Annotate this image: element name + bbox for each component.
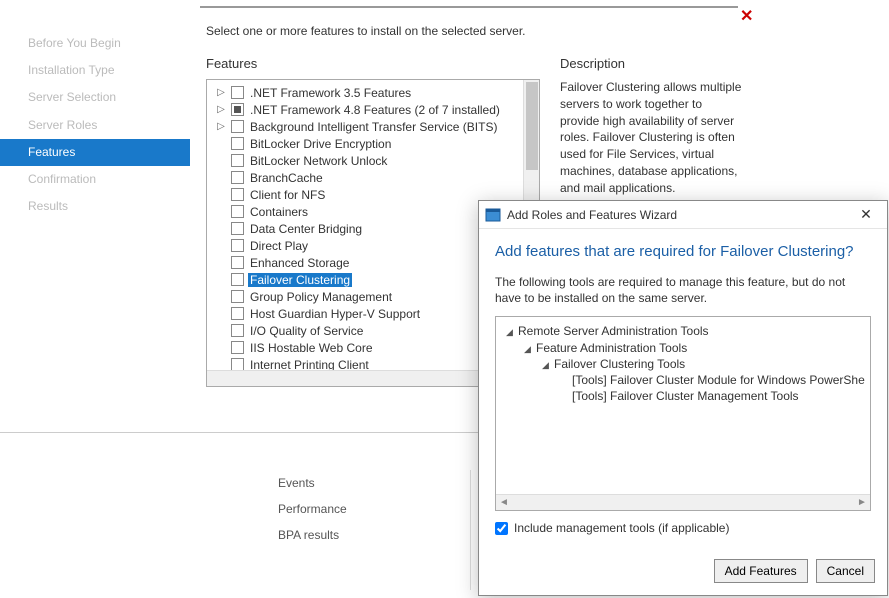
sidebar-item-results[interactable]: Results <box>0 193 190 220</box>
feature-label: BitLocker Drive Encryption <box>248 137 393 151</box>
feature-label: .NET Framework 3.5 Features <box>248 86 413 100</box>
feature-checkbox[interactable] <box>231 188 244 201</box>
feature-row[interactable]: ▷ Background Intelligent Transfer Service… <box>209 118 537 135</box>
feature-label: Containers <box>248 205 310 219</box>
dialog-tree-row[interactable]: ◢Remote Server Administration Tools <box>500 323 866 339</box>
feature-label: BranchCache <box>248 171 325 185</box>
dialog-message: The following tools are required to mana… <box>495 274 871 306</box>
dialog-titlebar: Add Roles and Features Wizard ✕ <box>479 201 887 229</box>
feature-checkbox[interactable] <box>231 239 244 252</box>
lower-section: Events Performance BPA results <box>250 470 480 548</box>
feature-label: Enhanced Storage <box>248 256 351 270</box>
description-heading: Description <box>560 56 744 71</box>
feature-checkbox[interactable] <box>231 256 244 269</box>
expander-icon[interactable]: ◢ <box>542 359 554 371</box>
feature-checkbox[interactable] <box>231 137 244 150</box>
add-features-button[interactable]: Add Features <box>714 559 808 583</box>
lower-divider <box>470 470 471 590</box>
include-tools-checkbox[interactable] <box>495 522 508 535</box>
feature-checkbox[interactable] <box>231 154 244 167</box>
feature-checkbox[interactable] <box>231 171 244 184</box>
description-text: Failover Clustering allows multiple serv… <box>560 79 744 197</box>
dialog-tree-row[interactable]: ◢Failover Clustering Tools <box>500 356 866 372</box>
feature-row[interactable]: BitLocker Network Unlock <box>209 152 537 169</box>
feature-row[interactable]: BranchCache <box>209 169 537 186</box>
dialog-footer: Add Features Cancel <box>479 551 887 595</box>
sidebar-item-before-you-begin[interactable]: Before You Begin <box>0 30 190 57</box>
expander-icon[interactable]: ▷ <box>215 87 227 98</box>
sidebar-item-features[interactable]: Features <box>0 139 190 166</box>
events-link[interactable]: Events <box>250 470 480 496</box>
features-heading: Features <box>206 56 540 71</box>
instruction-text: Select one or more features to install o… <box>206 24 744 38</box>
dialog-tree-label: [Tools] Failover Cluster Management Tool… <box>572 389 799 403</box>
feature-checkbox[interactable] <box>231 86 244 99</box>
feature-checkbox[interactable] <box>231 120 244 133</box>
expander-icon[interactable]: ▷ <box>215 121 227 132</box>
dialog-tree-label: Remote Server Administration Tools <box>518 324 709 338</box>
feature-label: Background Intelligent Transfer Service … <box>248 120 499 134</box>
feature-label: Data Center Bridging <box>248 222 364 236</box>
feature-checkbox[interactable] <box>231 222 244 235</box>
cancel-button[interactable]: Cancel <box>816 559 875 583</box>
feature-row[interactable]: ▷ .NET Framework 4.8 Features (2 of 7 ins… <box>209 101 537 118</box>
include-tools-label: Include management tools (if applicable) <box>514 521 729 535</box>
sidebar-item-installation-type[interactable]: Installation Type <box>0 57 190 84</box>
feature-checkbox[interactable] <box>231 307 244 320</box>
scroll-right-icon[interactable]: ► <box>854 495 870 510</box>
feature-label: Host Guardian Hyper-V Support <box>248 307 422 321</box>
feature-label: I/O Quality of Service <box>248 324 365 338</box>
feature-checkbox[interactable] <box>231 103 244 116</box>
sidebar-item-server-roles[interactable]: Server Roles <box>0 112 190 139</box>
feature-checkbox[interactable] <box>231 273 244 286</box>
expander-icon[interactable]: ▷ <box>215 104 227 115</box>
horizontal-scrollbar[interactable] <box>207 370 523 386</box>
dialog-tree-row[interactable]: [Tools] Failover Cluster Module for Wind… <box>500 372 866 388</box>
sidebar-item-server-selection[interactable]: Server Selection <box>0 84 190 111</box>
feature-label: .NET Framework 4.8 Features (2 of 7 inst… <box>248 103 502 117</box>
expander-icon[interactable]: ◢ <box>524 343 536 355</box>
bpa-link[interactable]: BPA results <box>250 522 480 548</box>
feature-checkbox[interactable] <box>231 324 244 337</box>
feature-label: Direct Play <box>248 239 310 253</box>
expander-icon[interactable]: ◢ <box>506 326 518 338</box>
confirm-dialog: Add Roles and Features Wizard ✕ Add feat… <box>478 200 888 596</box>
dialog-hscrollbar[interactable]: ◄ ► <box>496 494 870 510</box>
dialog-tree-label: [Tools] Failover Cluster Module for Wind… <box>572 373 865 387</box>
dialog-tree-label: Failover Clustering Tools <box>554 357 685 371</box>
feature-label: BitLocker Network Unlock <box>248 154 389 168</box>
include-tools-row[interactable]: Include management tools (if applicable) <box>495 511 871 541</box>
dialog-tree: ◢Remote Server Administration Tools◢Feat… <box>495 316 871 511</box>
scroll-left-icon[interactable]: ◄ <box>496 495 512 510</box>
feature-row[interactable]: BitLocker Drive Encryption <box>209 135 537 152</box>
dialog-tree-row[interactable]: [Tools] Failover Cluster Management Tool… <box>500 388 866 404</box>
feature-label: Failover Clustering <box>248 273 352 287</box>
wizard-icon <box>485 207 501 223</box>
sidebar-item-confirmation[interactable]: Confirmation <box>0 166 190 193</box>
feature-label: IIS Hostable Web Core <box>248 341 375 355</box>
feature-checkbox[interactable] <box>231 205 244 218</box>
wizard-sidebar: Before You BeginInstallation TypeServer … <box>0 0 190 410</box>
feature-checkbox[interactable] <box>231 290 244 303</box>
dialog-heading: Add features that are required for Failo… <box>495 243 871 260</box>
feature-checkbox[interactable] <box>231 341 244 354</box>
dialog-title: Add Roles and Features Wizard <box>507 208 851 222</box>
dialog-tree-row[interactable]: ◢Feature Administration Tools <box>500 340 866 356</box>
feature-label: Group Policy Management <box>248 290 394 304</box>
performance-link[interactable]: Performance <box>250 496 480 522</box>
dialog-close-icon[interactable]: ✕ <box>851 206 881 223</box>
feature-label: Client for NFS <box>248 188 327 202</box>
dialog-tree-label: Feature Administration Tools <box>536 341 687 355</box>
feature-row[interactable]: ▷ .NET Framework 3.5 Features <box>209 84 537 101</box>
